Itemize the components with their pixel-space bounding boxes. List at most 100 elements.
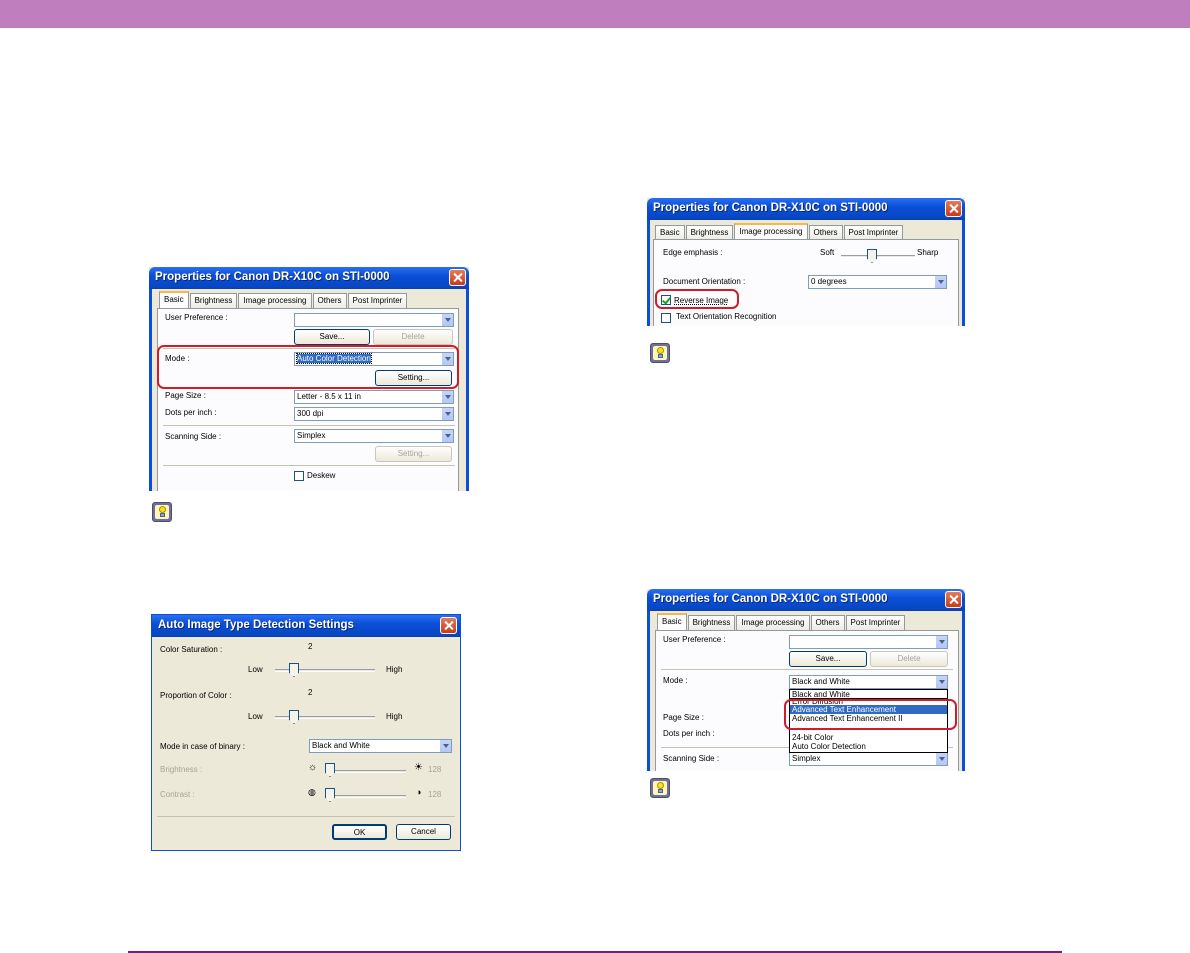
chevron-down-icon[interactable]	[935, 676, 947, 688]
chevron-down-icon[interactable]	[441, 408, 453, 420]
edge-emphasis-label: Edge emphasis :	[663, 248, 723, 257]
page-size-combo[interactable]: Letter - 8.5 x 11 in	[294, 390, 454, 404]
proportion-thumb[interactable]	[289, 710, 299, 724]
color-saturation-thumb[interactable]	[289, 663, 299, 677]
low-label-2: Low	[248, 712, 263, 721]
tab-basic[interactable]: Basic	[159, 291, 189, 308]
chevron-down-icon[interactable]	[441, 314, 453, 326]
scanning-side-label: Scanning Side :	[165, 432, 222, 441]
text-orientation-label: Text Orientation Recognition	[676, 312, 777, 321]
user-preference-label: User Preference :	[165, 313, 228, 322]
title-bar: Properties for Canon DR-X10C on STI-0000	[149, 267, 469, 289]
document-orientation-combo[interactable]: 0 degrees	[808, 275, 947, 289]
chevron-down-icon[interactable]	[441, 391, 453, 403]
dpi-combo[interactable]: 300 dpi	[294, 407, 454, 421]
tab-brightness[interactable]: Brightness	[189, 293, 238, 308]
mode-dropdown-dialog-screenshot: Properties for Canon DR-X10C on STI-0000…	[647, 589, 965, 775]
tab-post-imprinter[interactable]: Post Imprinter	[845, 615, 906, 630]
contrast-slider	[328, 795, 406, 798]
contrast-label: Contrast :	[160, 790, 195, 799]
chevron-down-icon[interactable]	[441, 430, 453, 442]
soft-label: Soft	[820, 248, 835, 257]
brightness-thumb	[325, 763, 335, 777]
contrast-value: 128	[428, 790, 442, 799]
deskew-checkbox[interactable]	[294, 471, 304, 481]
hint-icon	[152, 502, 172, 522]
scanning-side-combo[interactable]: Simplex	[294, 429, 454, 443]
sharp-label: Sharp	[917, 248, 939, 257]
dpi-label: Dots per inch :	[663, 729, 715, 738]
mode-highlight-box	[157, 345, 459, 389]
tab-image-processing[interactable]: Image processing	[736, 615, 810, 630]
contrast-thumb	[325, 788, 335, 802]
hint-icon	[650, 778, 670, 798]
window-title: Properties for Canon DR-X10C on STI-0000	[155, 271, 390, 283]
basic-dialog-screenshot: Properties for Canon DR-X10C on STI-0000…	[149, 267, 469, 497]
close-icon[interactable]	[440, 617, 457, 634]
tab-post-imprinter[interactable]: Post Imprinter	[347, 293, 408, 308]
close-icon[interactable]	[945, 591, 962, 608]
document-orientation-label: Document Orientation :	[663, 277, 746, 286]
brightness-slider	[328, 770, 406, 773]
reverse-image-highlight-box	[655, 289, 739, 309]
image-processing-dialog-screenshot: Properties for Canon DR-X10C on STI-0000…	[647, 198, 965, 326]
title-bar: Properties for Canon DR-X10C on STI-0000	[647, 589, 965, 611]
binary-mode-label: Mode in case of binary :	[160, 742, 245, 751]
save-button[interactable]: Save...	[789, 651, 867, 667]
ok-button[interactable]: OK	[332, 824, 387, 840]
deskew-label: Deskew	[307, 471, 336, 480]
tab-image-processing[interactable]: Image processing	[734, 223, 808, 240]
chevron-down-icon[interactable]	[935, 636, 947, 648]
close-icon[interactable]	[945, 200, 962, 217]
color-saturation-label: Color Saturation :	[160, 645, 223, 654]
mode-label: Mode :	[663, 676, 688, 685]
edge-emphasis-slider[interactable]	[841, 255, 915, 258]
proportion-value: 2	[308, 688, 313, 697]
mode-combo[interactable]: Black and White	[789, 675, 948, 689]
title-bar: Auto Image Type Detection Settings	[152, 615, 460, 637]
contrast-high-icon: ◑	[416, 787, 422, 797]
list-item[interactable]: Auto Color Detection	[790, 742, 947, 751]
chevron-down-icon[interactable]	[934, 276, 946, 288]
tab-others[interactable]: Others	[312, 293, 347, 308]
scanning-setting-button[interactable]: Setting...	[375, 446, 452, 462]
tab-image-processing[interactable]: Image processing	[238, 293, 312, 308]
delete-button[interactable]: Delete	[870, 651, 948, 667]
window-title: Auto Image Type Detection Settings	[158, 619, 354, 631]
cancel-button[interactable]: Cancel	[396, 824, 451, 840]
list-item[interactable]: Black and White	[790, 690, 947, 699]
binary-mode-combo[interactable]: Black and White	[309, 739, 452, 753]
user-preference-combo[interactable]	[294, 313, 454, 327]
close-icon[interactable]	[449, 269, 466, 286]
auto-detection-dialog-screenshot: Auto Image Type Detection Settings Color…	[151, 614, 461, 851]
list-item[interactable]: 24-bit Color	[790, 733, 947, 742]
sun-bright-icon: ☀	[414, 762, 423, 773]
tab-others[interactable]: Others	[810, 615, 845, 630]
low-label: Low	[248, 665, 263, 674]
tab-basic[interactable]: Basic	[655, 225, 685, 240]
chevron-down-icon[interactable]	[935, 753, 947, 765]
chevron-down-icon[interactable]	[439, 740, 451, 752]
tab-post-imprinter[interactable]: Post Imprinter	[843, 225, 904, 240]
text-orientation-checkbox[interactable]	[661, 313, 671, 323]
window-title: Properties for Canon DR-X10C on STI-0000	[653, 202, 888, 214]
page-size-label: Page Size :	[663, 713, 704, 722]
proportion-label: Proportion of Color :	[160, 691, 232, 700]
user-preference-label: User Preference :	[663, 635, 726, 644]
high-label-2: High	[386, 712, 403, 721]
tab-brightness[interactable]: Brightness	[687, 615, 736, 630]
save-button[interactable]: Save...	[294, 329, 370, 345]
page-size-label: Page Size :	[165, 391, 206, 400]
text-enhancement-highlight-box	[784, 699, 957, 730]
delete-button[interactable]: Delete	[373, 329, 453, 345]
user-preference-combo[interactable]	[789, 635, 948, 649]
tab-others[interactable]: Others	[808, 225, 843, 240]
tab-basic[interactable]: Basic	[657, 613, 687, 630]
window-title: Properties for Canon DR-X10C on STI-0000	[653, 593, 888, 605]
tab-brightness[interactable]: Brightness	[685, 225, 734, 240]
title-bar: Properties for Canon DR-X10C on STI-0000	[647, 198, 965, 220]
high-label: High	[386, 665, 403, 674]
brightness-value: 128	[428, 765, 442, 774]
header-bar	[0, 0, 1190, 28]
scanning-side-combo[interactable]: Simplex	[789, 752, 948, 766]
